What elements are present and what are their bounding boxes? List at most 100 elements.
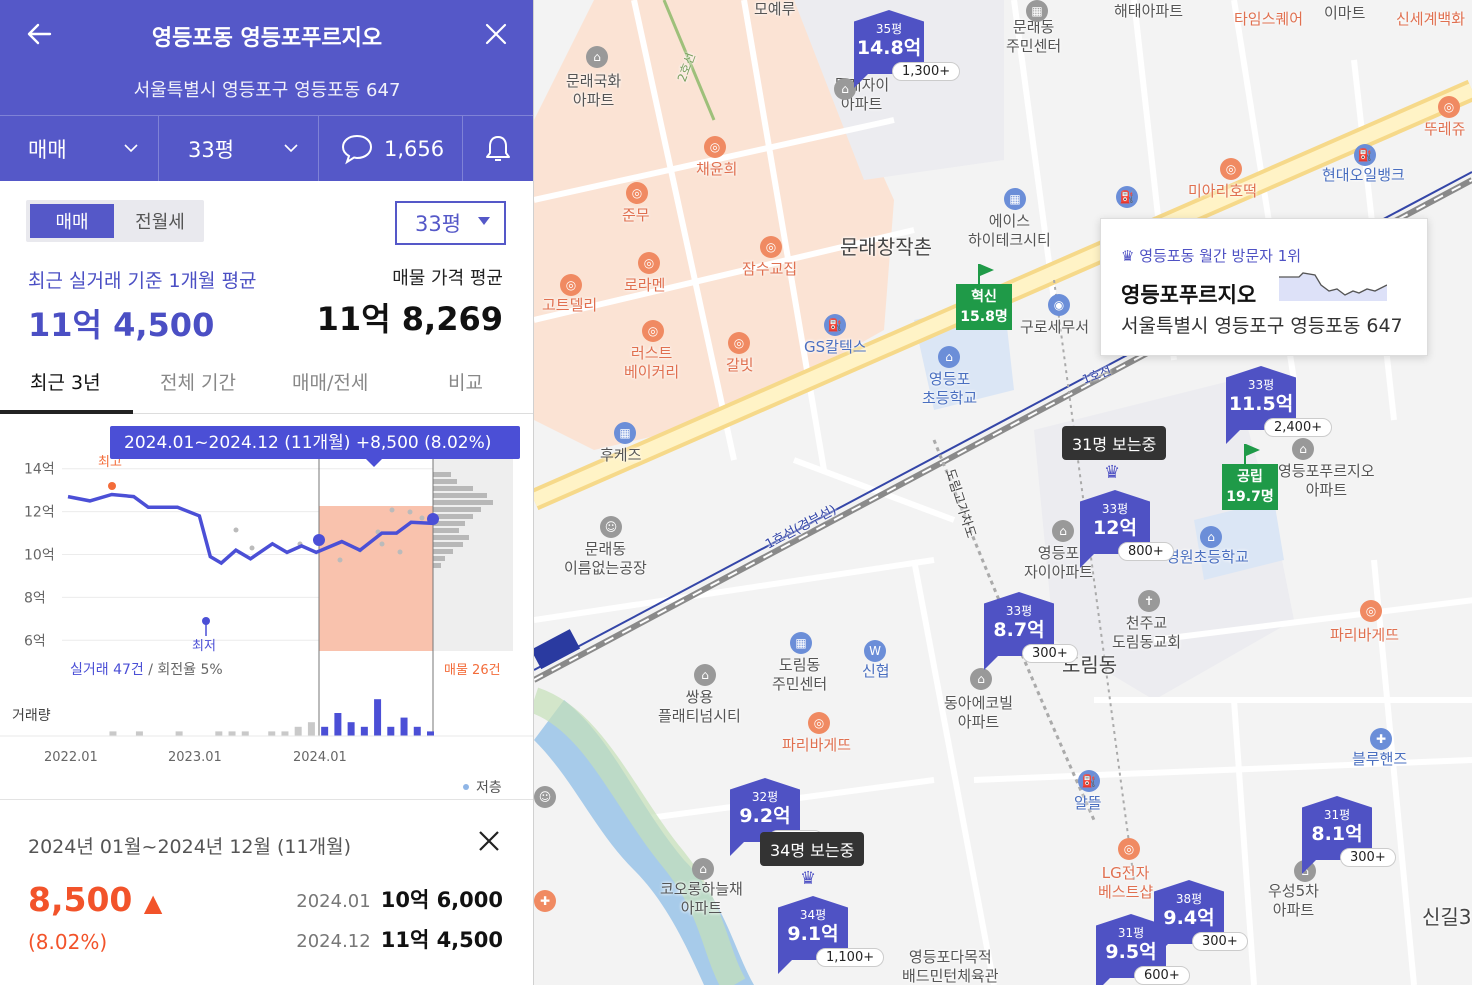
map-place-label[interactable]: 신길3 (1422, 907, 1472, 927)
map-place-label[interactable]: 영등포푸르지오 아파트 (1278, 462, 1375, 500)
viewers-badge: 31명 보는중 (1062, 426, 1167, 460)
map-place-label[interactable]: 문래동 주민센터 (1006, 18, 1061, 56)
period-tabs: 최근 3년 전체 기간 매매/전세 비교 (0, 356, 533, 414)
x-tick-2022: 2022.01 (44, 750, 98, 765)
pin-size: 31평 (1117, 926, 1145, 940)
map-place-label[interactable]: 천주교 도림동교회 (1112, 614, 1181, 652)
map-place-label[interactable]: 영등포 초등학교 (922, 370, 977, 408)
map-place-label[interactable]: 문래창작촌 (840, 237, 932, 257)
close-icon[interactable] (480, 18, 512, 50)
range-end-point[interactable] (427, 513, 439, 525)
range-change: 8,500 ▲ (28, 880, 162, 919)
map-place-label[interactable]: 파리바게뜨 (1330, 626, 1399, 645)
map-place-label[interactable]: 코오롱하늘채 아파트 (660, 880, 743, 918)
flag-type: 공립 (1237, 469, 1263, 485)
price-pin[interactable]: 33평 11.5억 2,400+ (1226, 366, 1333, 444)
map-place-label[interactable]: 타임스퀘어 (1234, 10, 1303, 29)
map-place-label[interactable]: 우성5차 아파트 (1268, 882, 1319, 920)
map-place-label[interactable]: LG전자 베스트샵 (1098, 864, 1153, 902)
map-place-label[interactable]: 현대오일뱅크 (1322, 166, 1405, 185)
volume-bar (135, 731, 143, 736)
pin-price: 12억 (1093, 517, 1137, 539)
restaurant-icon: ◎ (1220, 158, 1242, 180)
listing-distribution-bar (433, 556, 445, 561)
map-place-label[interactable]: 이마트 (1324, 4, 1365, 23)
map-place-label[interactable]: 블루핸즈 (1352, 750, 1407, 769)
pin-size: 31평 (1323, 808, 1351, 822)
map-place-label[interactable]: 영등포다목적 배드민턴체육관 (902, 948, 999, 985)
map-place-label[interactable]: 영원초등학교 (1166, 548, 1249, 567)
listing-distribution-bar (433, 486, 473, 491)
school-class-size-flag[interactable]: 혁신 15.8명 (956, 264, 1012, 330)
alert-button[interactable] (482, 116, 514, 182)
map-view[interactable]: 모예루 해태아파트 타임스퀘어 이마트 신세계백화 문래동 주민센터 문래국화 아파트 문래자… (534, 0, 1472, 985)
map-place-label[interactable]: 파리바게뜨 (782, 736, 851, 755)
apartment-icon: ⌂ (586, 46, 608, 68)
price-pin[interactable]: 33평 12억 800+ (1080, 490, 1174, 568)
pin-size: 33평 (1247, 378, 1275, 392)
listing-distribution-bar (433, 563, 441, 568)
trade-type-dropdown[interactable]: 매매 (28, 116, 67, 182)
map-place-label[interactable]: 모예루 (754, 0, 795, 19)
map-place-label[interactable]: 준무 (622, 206, 650, 225)
pin-size: 33평 (1005, 604, 1033, 618)
comments-button[interactable]: 1,656 (340, 116, 444, 182)
x-tick-2024: 2024.01 (293, 750, 347, 765)
range-from: 2024.01 10억 6,000 (296, 884, 503, 914)
tab-sale-lease[interactable]: 매매/전세 (292, 368, 368, 395)
toggle-sale[interactable]: 매매 (30, 204, 114, 238)
bell-icon (486, 136, 510, 161)
map-place-label[interactable]: 문래국화 아파트 (566, 72, 621, 110)
map-place-label[interactable]: 알뜰 (1074, 794, 1102, 813)
pin-listing-count: 1,100+ (816, 948, 885, 967)
map-place-label[interactable]: 잠수교집 (742, 260, 797, 279)
restaurant-icon: ◎ (626, 182, 648, 204)
size-dropdown[interactable]: 33평 (188, 116, 234, 182)
map-place-label[interactable]: 채윤희 (696, 160, 737, 179)
map-place-label[interactable]: 쌍용 플래티넘시티 (658, 688, 741, 726)
size-select[interactable]: 33평 (395, 201, 506, 245)
map-place-label[interactable]: 미아리호떡 (1188, 182, 1257, 201)
map-place-label[interactable]: 갈빗 (726, 356, 754, 375)
map-place-label[interactable]: 러스트 베이커리 (624, 344, 679, 382)
price-pin[interactable]: 35평 14.8억 1,300+ (854, 10, 961, 88)
map-place-label[interactable]: 문래동 이름없는공장 (564, 540, 647, 578)
school-class-size-flag[interactable]: 공립 19.7명 (1222, 444, 1278, 510)
pin-listing-count: 300+ (1022, 644, 1078, 663)
tab-recent-3y[interactable]: 최근 3년 (30, 368, 101, 395)
map-place-label[interactable]: 뚜레쥬 (1424, 120, 1465, 139)
chevron-down-icon (124, 144, 138, 153)
map-place-label[interactable]: GS칼텍스 (804, 338, 867, 357)
price-pin[interactable]: 34평 9.1억 1,100+ (778, 896, 885, 974)
price-chart[interactable]: 최고 최저 14억 12억 10억 8억 6억 실거래 47건 / 회전율 5% 매물 … (0, 414, 533, 799)
range-start-point[interactable] (313, 534, 325, 546)
map-place-label[interactable]: 로라멘 (624, 276, 665, 295)
tab-all-period[interactable]: 전체 기간 (160, 368, 236, 395)
map-place-label[interactable]: 후케즈 (600, 446, 641, 465)
price-pin[interactable]: 33평 8.7억 300+ (984, 592, 1078, 670)
map-place-label[interactable]: 에이스 하이테크시티 (968, 212, 1051, 250)
to-date: 2024.12 (296, 931, 371, 952)
map-place-label[interactable]: 동아에코빌 아파트 (944, 694, 1013, 732)
tab-compare[interactable]: 비교 (448, 368, 483, 395)
pin-listing-count: 300+ (1192, 932, 1248, 951)
toggle-rent[interactable]: 전월세 (118, 204, 202, 238)
size-label: 33평 (188, 138, 235, 162)
divider (158, 116, 159, 182)
trade-dot (337, 557, 343, 563)
popup-sparkline (1279, 272, 1387, 301)
y-tick-label: 8억 (24, 590, 46, 606)
complex-popup[interactable]: ♛ 영등포동 월간 방문자 1위 영등포푸르지오 서울특별시 영등포구 영등포동… (1100, 218, 1428, 356)
map-place-label[interactable]: 해태아파트 (1114, 2, 1183, 21)
map-place-label[interactable]: 고트델리 (542, 296, 597, 315)
map-place-label[interactable]: 도림동 주민센터 (772, 656, 827, 694)
viewers-badge: 34명 보는중 (760, 832, 865, 866)
map-place-label[interactable]: 신협 (862, 662, 890, 681)
close-icon[interactable] (476, 828, 502, 854)
map-place-label[interactable]: 신세계백화 (1396, 10, 1465, 29)
price-pin[interactable]: 31평 9.5억 600+ (1096, 914, 1190, 985)
pin-price: 9.2억 (739, 805, 791, 827)
price-pin[interactable]: 31평 8.1억 300+ (1302, 796, 1396, 874)
map-place-label[interactable]: 구로세무서 (1020, 318, 1089, 337)
pin-tail (854, 74, 868, 88)
